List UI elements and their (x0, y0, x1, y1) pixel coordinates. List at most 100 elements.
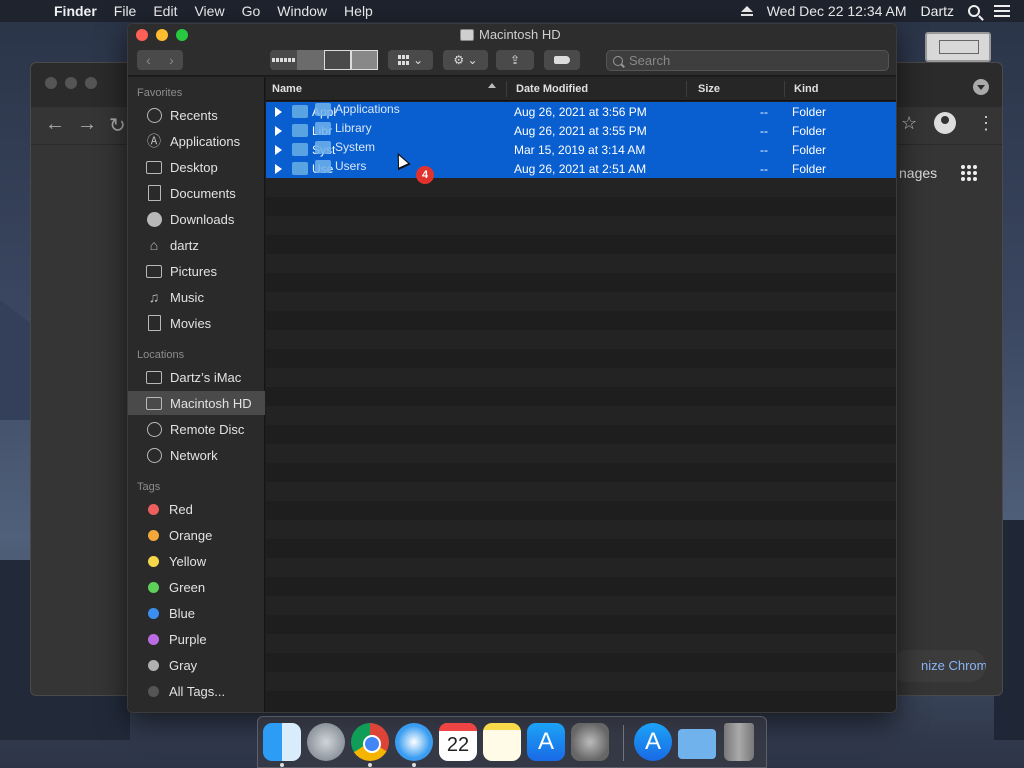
sidebar-item-label: Orange (169, 527, 213, 543)
calendar-dock-icon[interactable]: 22 (439, 723, 477, 761)
chrome-profile-icon[interactable] (934, 112, 956, 134)
finder-sidebar: Favorites Recents Ⓐ Applications Desktop … (128, 77, 265, 712)
back-button[interactable]: ‹ (137, 52, 160, 68)
menubar-user[interactable]: Dartz (921, 3, 954, 19)
menu-help[interactable]: Help (344, 3, 373, 19)
column-header-date[interactable]: Date Modified (516, 83, 588, 95)
launchpad-dock-icon[interactable] (307, 723, 345, 761)
share-button[interactable]: ⇪ (496, 50, 534, 70)
edit-tags-button[interactable] (544, 50, 580, 70)
empty-row (266, 444, 896, 463)
sidebar-tag-red[interactable]: Red (128, 497, 265, 521)
drag-ghost-label: Users (335, 159, 367, 173)
sidebar-tag-blue[interactable]: Blue (128, 601, 265, 625)
drag-ghost-item: System (315, 140, 375, 154)
row-size: -- (760, 162, 768, 176)
sidebar-item-label: Music (170, 289, 204, 305)
sidebar-tag-yellow[interactable]: Yellow (128, 549, 265, 573)
system-preferences-dock-icon[interactable] (571, 723, 609, 761)
finder-dock-icon[interactable] (263, 723, 301, 761)
sidebar-item-remote-disc[interactable]: Remote Disc (128, 417, 265, 441)
column-header-name[interactable]: Name (272, 83, 302, 95)
sidebar-item-imac[interactable]: Dartz’s iMac (128, 365, 265, 389)
document-icon (145, 185, 163, 201)
icon-view-button[interactable] (270, 50, 297, 70)
minimize-window-button[interactable] (156, 29, 168, 41)
app-store-dock-icon[interactable]: A (527, 723, 565, 761)
macintosh-hd-desktop-icon[interactable] (925, 32, 991, 62)
row-kind: Folder (792, 162, 827, 176)
finder-window: Macintosh HD ‹ › ⌄ ⚙ ⌄ ⇪ Search Favorite… (127, 23, 897, 713)
sidebar-tag-purple[interactable]: Purple (128, 627, 265, 651)
drag-ghost-label: Applications (335, 102, 400, 116)
chrome-back-icon[interactable]: ← (45, 113, 65, 136)
chrome-dock-icon[interactable] (351, 723, 389, 761)
sidebar-tag-green[interactable]: Green (128, 575, 265, 599)
menu-window[interactable]: Window (277, 3, 327, 19)
eject-icon[interactable] (740, 6, 753, 16)
red-tag-dot (148, 503, 159, 515)
notes-dock-icon[interactable] (483, 723, 521, 761)
group-by-button[interactable]: ⌄ (388, 50, 433, 70)
sidebar-tag-gray[interactable]: Gray (128, 653, 265, 677)
chrome-forward-icon[interactable]: → (77, 113, 97, 136)
app-store-folder-dock-icon[interactable]: A (634, 723, 672, 761)
forward-button[interactable]: › (160, 52, 183, 68)
sidebar-item-documents[interactable]: Documents (128, 181, 265, 205)
empty-row (266, 273, 896, 292)
sidebar-item-music[interactable]: ♫ Music (128, 285, 265, 309)
sidebar-tag-orange[interactable]: Orange (128, 523, 265, 547)
sidebar-item-desktop[interactable]: Desktop (128, 155, 265, 179)
chrome-bookmark-star-icon[interactable]: ☆ (901, 113, 917, 134)
list-view-button[interactable] (297, 50, 324, 70)
search-field[interactable]: Search (606, 50, 889, 71)
sidebar-item-label: Yellow (169, 553, 207, 569)
action-menu-button[interactable]: ⚙ ⌄ (443, 50, 488, 70)
app-menu-finder[interactable]: Finder (54, 3, 97, 19)
sidebar-item-home[interactable]: ⌂ dartz (128, 233, 265, 257)
zoom-window-button[interactable] (176, 29, 188, 41)
disclosure-triangle-icon[interactable] (275, 126, 282, 136)
sidebar-item-applications[interactable]: Ⓐ Applications (128, 129, 265, 153)
close-window-button[interactable] (136, 29, 148, 41)
chrome-traffic-lights[interactable] (45, 77, 97, 89)
column-view-button[interactable] (324, 50, 351, 70)
chrome-tab-search-icon[interactable] (973, 79, 989, 95)
file-rows: Appl Aug 26, 2021 at 3:56 PM -- Folder L… (266, 102, 896, 712)
sidebar-item-downloads[interactable]: Downloads (128, 207, 265, 231)
column-header-size[interactable]: Size (698, 83, 720, 95)
chrome-menu-icon[interactable]: ⋮ (977, 113, 995, 134)
disclosure-triangle-icon[interactable] (275, 145, 282, 155)
safari-dock-icon[interactable] (395, 723, 433, 761)
empty-row (266, 463, 896, 482)
chrome-reload-icon[interactable]: ↻ (109, 113, 126, 138)
gallery-view-button[interactable] (351, 50, 378, 70)
sidebar-item-movies[interactable]: Movies (128, 311, 265, 335)
menu-go[interactable]: Go (242, 3, 261, 19)
disclosure-triangle-icon[interactable] (275, 107, 282, 117)
sidebar-item-pictures[interactable]: Pictures (128, 259, 265, 283)
sidebar-item-recents[interactable]: Recents (128, 103, 265, 127)
customize-chrome-button[interactable]: nize Chrome (891, 650, 986, 682)
chrome-images-link[interactable]: nages (899, 165, 937, 181)
row-kind: Folder (792, 105, 827, 119)
disclosure-triangle-icon[interactable] (275, 164, 282, 174)
column-header-kind[interactable]: Kind (794, 83, 818, 95)
sidebar-all-tags[interactable]: All Tags... (128, 679, 265, 703)
computer-icon (145, 369, 163, 385)
sidebar-item-macintosh-hd[interactable]: Macintosh HD (128, 391, 265, 415)
menu-view[interactable]: View (194, 3, 224, 19)
google-apps-icon[interactable] (961, 165, 977, 181)
row-size: -- (760, 143, 768, 157)
sidebar-item-network[interactable]: Network (128, 443, 265, 467)
trash-dock-icon[interactable] (724, 723, 754, 761)
downloads-folder-dock-icon[interactable] (678, 729, 716, 759)
sort-ascending-icon[interactable] (488, 83, 496, 88)
menu-edit[interactable]: Edit (153, 3, 177, 19)
notification-center-icon[interactable] (994, 5, 1010, 17)
locations-heading: Locations (137, 349, 185, 361)
empty-row (266, 596, 896, 615)
menubar-clock[interactable]: Wed Dec 22 12:34 AM (767, 3, 907, 19)
spotlight-search-icon[interactable] (968, 5, 980, 17)
menu-file[interactable]: File (114, 3, 137, 19)
